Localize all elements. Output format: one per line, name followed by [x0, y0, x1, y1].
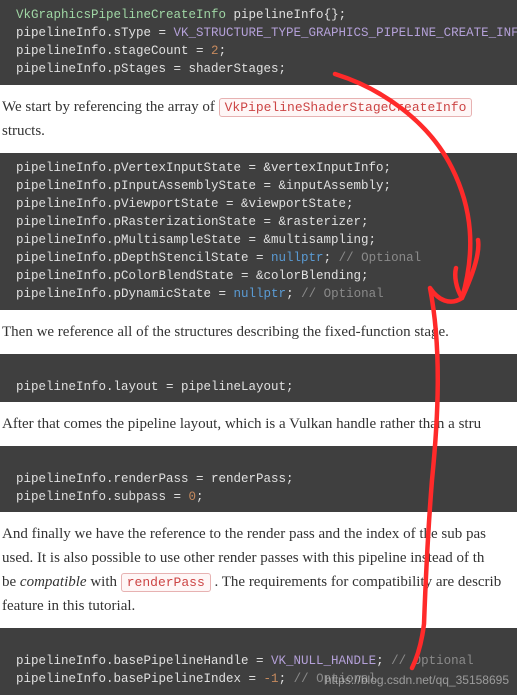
code-const: VK_NULL_HANDLE: [271, 654, 376, 668]
prose-text: with: [87, 574, 121, 590]
code-text: ;: [279, 672, 294, 686]
code-text: pipelineInfo.pMultisampleState = &multis…: [16, 233, 376, 247]
code-text: pipelineInfo.basePipelineIndex =: [16, 672, 264, 686]
code-number: -1: [264, 672, 279, 686]
code-comment: // Optional: [391, 654, 474, 668]
code-block-2: pipelineInfo.pVertexInputState = &vertex…: [0, 153, 517, 310]
code-text: pipelineInfo.stageCount =: [16, 44, 211, 58]
prose-3: After that comes the pipeline layout, wh…: [0, 402, 517, 446]
prose-2: Then we reference all of the structures …: [0, 310, 517, 354]
emphasis: compatible: [20, 574, 87, 590]
code-text: pipelineInfo.pColorBlendState = &colorBl…: [16, 269, 369, 283]
code-text: ;: [196, 490, 204, 504]
code-text: pipelineInfo{};: [226, 8, 346, 22]
code-text: pipelineInfo.pDepthStencilState =: [16, 251, 271, 265]
prose-text: used. It is also possible to use other r…: [2, 550, 484, 566]
code-null: nullptr: [234, 287, 287, 301]
code-comment: // Optional: [301, 287, 384, 301]
prose-text: . The requirements for compatibility are…: [211, 574, 501, 590]
code-const: VK_STRUCTURE_TYPE_GRAPHICS_PIPELINE_CREA…: [174, 26, 517, 40]
code-text: ;: [219, 44, 227, 58]
code-null: nullptr: [271, 251, 324, 265]
prose-text: After that comes the pipeline layout, wh…: [2, 416, 481, 432]
code-block-3: pipelineInfo.layout = pipelineLayout;: [0, 354, 517, 402]
code-type: VkGraphicsPipelineCreateInfo: [16, 8, 226, 22]
code-text: pipelineInfo.sType =: [16, 26, 174, 40]
code-text: pipelineInfo.pRasterizationState = &rast…: [16, 215, 369, 229]
prose-text: feature in this tutorial.: [2, 598, 135, 614]
code-comment: // Optional: [294, 672, 377, 686]
prose-text: We start by referencing the array of: [2, 99, 219, 115]
prose-text: structs.: [2, 123, 45, 139]
code-block-1: VkGraphicsPipelineCreateInfo pipelineInf…: [0, 0, 517, 85]
code-comment: // Optional: [339, 251, 422, 265]
code-block-5: pipelineInfo.basePipelineHandle = VK_NUL…: [0, 628, 517, 694]
code-text: pipelineInfo.pDynamicState =: [16, 287, 234, 301]
prose-text: be: [2, 574, 20, 590]
prose-text: Then we reference all of the structures …: [2, 324, 449, 340]
code-text: pipelineInfo.pInputAssemblyState = &inpu…: [16, 179, 391, 193]
code-block-4: pipelineInfo.renderPass = renderPass; pi…: [0, 446, 517, 512]
code-text: pipelineInfo.layout = pipelineLayout;: [16, 380, 294, 394]
prose-text: And finally we have the reference to the…: [2, 526, 486, 542]
code-text: ;: [286, 287, 301, 301]
code-text: pipelineInfo.basePipelineHandle =: [16, 654, 271, 668]
prose-4: And finally we have the reference to the…: [0, 512, 517, 628]
code-text: pipelineInfo.pViewportState = &viewportS…: [16, 197, 354, 211]
code-text: pipelineInfo.renderPass = renderPass;: [16, 472, 294, 486]
code-text: pipelineInfo.pVertexInputState = &vertex…: [16, 161, 391, 175]
code-text: ;: [324, 251, 339, 265]
code-number: 2: [211, 44, 219, 58]
code-text: pipelineInfo.subpass =: [16, 490, 189, 504]
prose-1: We start by referencing the array of VkP…: [0, 85, 517, 153]
code-text: ;: [376, 654, 391, 668]
code-text: pipelineInfo.pStages = shaderStages;: [16, 62, 286, 76]
inline-code: renderPass: [121, 573, 211, 592]
code-number: 0: [189, 490, 197, 504]
inline-code: VkPipelineShaderStageCreateInfo: [219, 98, 473, 117]
